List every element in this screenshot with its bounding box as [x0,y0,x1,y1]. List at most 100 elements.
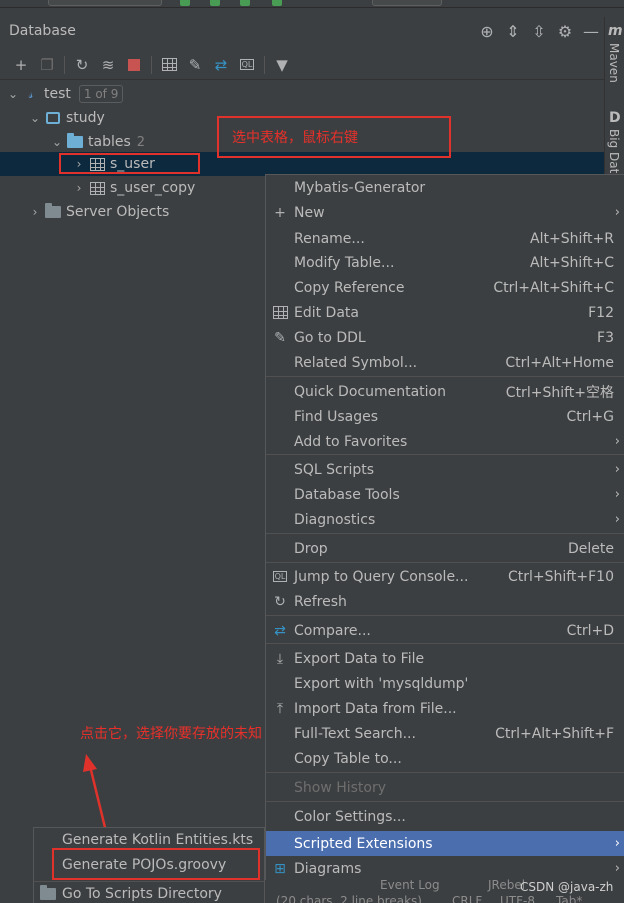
hide-icon[interactable]: — [578,20,604,42]
menu-item-label: Diagnostics [294,511,376,528]
folder-icon [66,133,84,150]
compare-icon[interactable]: ⇄ [208,53,234,77]
menu-item-shortcut: Ctrl+Shift+F10 [507,568,614,585]
menu-item-scripted-extensions[interactable]: Scripted Extensions › [266,831,624,856]
menu-item-database-tools[interactable]: Database Tools › [266,482,624,507]
locate-icon[interactable]: ⊕ [474,20,500,42]
menu-item-modify-table[interactable]: Modify Table... Alt+Shift+C [266,250,624,275]
menu-item-shortcut: Ctrl+Alt+Shift+F [495,725,614,742]
chevron-right-icon[interactable]: › [72,181,86,195]
menu-item-label: Import Data from File... [294,700,457,717]
query-console-icon[interactable]: QL [234,53,260,77]
menu-item-new[interactable]: + New › [266,200,624,225]
menu-item-shortcut: Ctrl+Shift+空格 [505,384,614,401]
menu-item-sql-scripts[interactable]: SQL Scripts › [266,457,624,482]
run-config-selector[interactable] [48,0,162,6]
menu-item-copy-reference[interactable]: Copy Reference Ctrl+Alt+Shift+C [266,275,624,300]
menu-item-refresh[interactable]: ↻ Refresh [266,589,624,614]
refresh-icon: ↻ [274,593,286,610]
coverage-icon[interactable] [240,0,250,6]
tables-count: 2 [136,134,146,150]
submenu-item-go-to-scripts[interactable]: Go To Scripts Directory [34,881,264,903]
menu-item-label: Show History [294,779,387,796]
menu-item-label: Refresh [294,593,347,610]
menu-item-label: Color Settings... [294,808,406,825]
menu-item-diagrams[interactable]: ⊞ Diagrams › [266,856,624,881]
maven-m-icon: m [608,23,623,39]
chevron-down-icon[interactable]: ⌄ [50,135,64,149]
menu-item-label: Copy Table to... [294,750,402,767]
menu-item-shortcut: Ctrl+D [566,622,614,639]
menu-item-drop[interactable]: Drop Delete [266,536,624,561]
copy-icon[interactable]: ❐ [34,53,60,77]
chevron-right-icon[interactable]: › [28,205,42,219]
run-icon[interactable] [180,0,190,6]
menu-item-label: SQL Scripts [294,461,375,478]
menu-separator [266,801,624,802]
menu-item-rename[interactable]: Rename... Alt+Shift+R [266,226,624,251]
menu-item-color-settings[interactable]: Color Settings... [266,804,624,829]
tree-node-label: tables [88,134,131,150]
table-icon [88,180,106,196]
menu-item-import-data[interactable]: ⤒ Import Data from File... [266,696,624,721]
annotation-select-table: 选中表格，鼠标右键 [232,130,358,146]
table-icon[interactable] [156,53,182,77]
menu-item-copy-table-to[interactable]: Copy Table to... [266,746,624,771]
menu-item-diagnostics[interactable]: Diagnostics › [266,507,624,532]
chevron-down-icon[interactable]: ⌄ [6,87,20,101]
menu-item-quick-documentation[interactable]: Quick Documentation Ctrl+Shift+空格 [266,379,624,404]
line-separator[interactable]: CRLF [452,894,482,903]
menu-item-label: Related Symbol... [294,354,418,371]
menu-item-go-to-ddl[interactable]: ✎ Go to DDL F3 [266,325,624,350]
menu-item-find-usages[interactable]: Find Usages Ctrl+G [266,404,624,429]
debug-icon[interactable] [210,0,220,6]
menu-item-compare[interactable]: ⇄ Compare... Ctrl+D [266,618,624,643]
submenu-item-label: Generate Kotlin Entities.kts [62,832,254,848]
collapse-all-icon[interactable]: ⇳ [526,20,552,42]
menu-item-shortcut: Ctrl+Alt+Home [505,354,614,371]
menu-item-related-symbol[interactable]: Related Symbol... Ctrl+Alt+Home [266,350,624,375]
menu-item-label: Scripted Extensions [294,835,433,852]
schema-count-badge[interactable]: 1 of 9 [78,85,124,103]
filter-icon[interactable]: ▼ [269,53,295,77]
menu-item-full-text-search[interactable]: Full-Text Search... Ctrl+Alt+Shift+F [266,721,624,746]
maven-tab[interactable]: Maven [607,43,621,83]
menu-item-label: Export Data to File [294,650,425,667]
menu-item-label: Modify Table... [294,254,395,271]
database-toolbar: + ❐ ↻ ≋ ✎ ⇄ QL ▼ [0,50,604,80]
jrebel-selector[interactable] [372,0,442,6]
menu-item-export-mysqldump[interactable]: Export with 'mysqldump' [266,671,624,696]
menu-item-export-data[interactable]: ⤓ Export Data to File [266,646,624,671]
tree-node-label: s_user_copy [110,180,196,196]
bigdata-d-icon: D [609,110,621,126]
menu-separator [266,533,624,534]
schema-sync-icon[interactable]: ≋ [95,53,121,77]
submenu-arrow-icon: › [614,512,620,527]
edit-icon[interactable]: ✎ [182,53,208,77]
main-toolbar-strip [0,0,624,8]
table-icon [266,306,294,319]
tree-node-label: test [44,86,71,102]
menu-item-label: Drop [294,540,328,557]
tool-window-header: Database ⊕ ⇕ ⇳ ⚙ — [0,17,604,45]
submenu-arrow-icon: › [614,462,620,477]
menu-item-add-to-favorites[interactable]: Add to Favorites › [266,429,624,454]
bigdata-tab[interactable]: Big Dat [607,129,621,173]
diagram-icon: ⊞ [274,860,286,877]
chevron-down-icon[interactable]: ⌄ [28,111,42,125]
gear-icon[interactable]: ⚙ [552,20,578,42]
stop-icon[interactable] [121,53,147,77]
add-icon[interactable]: + [8,53,34,77]
menu-item-mybatis-generator[interactable]: Mybatis-Generator [266,175,624,200]
toolbar-divider [64,55,65,74]
refresh-icon[interactable]: ↻ [69,53,95,77]
file-encoding[interactable]: UTF-8 [500,894,535,903]
expand-all-icon[interactable]: ⇕ [500,20,526,42]
menu-item-jump-to-query-console[interactable]: QL Jump to Query Console... Ctrl+Shift+F… [266,564,624,589]
event-log-button[interactable]: Event Log [380,878,440,892]
schema-icon [44,110,62,126]
tree-node-test[interactable]: ⌄ 𝓈 test 1 of 9 [0,82,604,106]
menu-item-edit-data[interactable]: Edit Data F12 [266,300,624,325]
profile-icon[interactable] [272,0,282,6]
indent-setting[interactable]: Tab* [556,894,582,903]
